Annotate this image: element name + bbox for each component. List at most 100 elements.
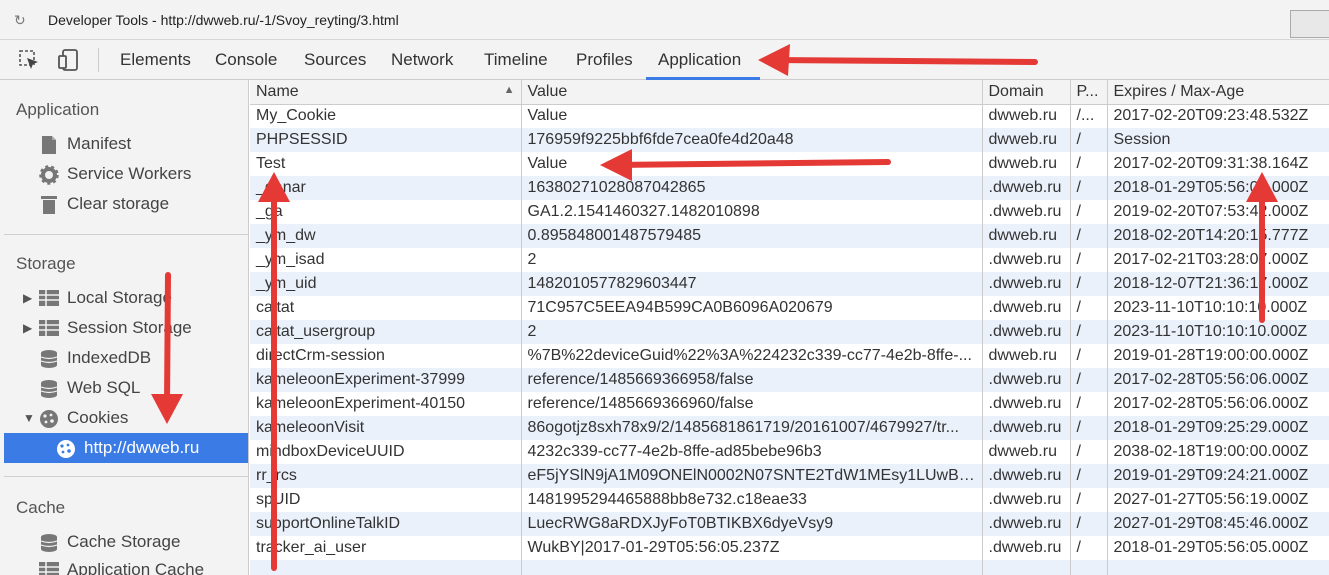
table-row[interactable]: My_Cookie Value dwweb.ru/... 2017-02-20T09:… — [250, 104, 1329, 128]
cell-domain: dwweb.ru — [982, 104, 1071, 128]
cell-domain: .dwweb.ru — [982, 368, 1071, 392]
sidebar-item-label: Application Cache — [67, 560, 205, 575]
devtools-toolbar: Elements Console Sources Network Timelin… — [0, 40, 1329, 80]
cell-expires: 2019-01-28T19:00:00.000Z — [1107, 344, 1329, 368]
grid-icon — [39, 289, 59, 309]
cell-domain: .dwweb.ru — [982, 176, 1071, 200]
table-row[interactable]: caltat 71C957C5EEA94B599CA0B6096A020679 .d… — [250, 296, 1329, 320]
cell-name: kameleoonExperiment-37999 — [250, 368, 522, 392]
cell-path: /... — [1070, 104, 1108, 128]
sidebar-item-clear-storage[interactable]: Clear storage — [0, 189, 248, 219]
column-header-path[interactable]: P... — [1070, 80, 1108, 105]
cell-value: 1482010577829603447 — [521, 272, 983, 296]
trash-icon — [40, 195, 60, 215]
column-header-name[interactable]: Name ▲ — [250, 80, 522, 105]
cell-name: kameleoonExperiment-40150 — [250, 392, 522, 416]
sidebar-item-application-cache[interactable]: Application Cache — [0, 555, 248, 575]
sidebar-item-label: Session Storage — [67, 318, 192, 337]
device-toolbar-icon[interactable] — [55, 48, 81, 72]
tab-elements[interactable]: Elements — [120, 50, 191, 70]
table-row[interactable]: mindboxDeviceUUID 4232c339-cc77-4e2b-8ffe… — [250, 440, 1329, 464]
reload-icon[interactable]: ↻ — [14, 12, 26, 29]
table-row[interactable]: kameleoonVisit 86ogotjz8sxh78x9/2/1485681… — [250, 416, 1329, 440]
sidebar-item-local-storage[interactable]: ▶ Local Storage — [0, 283, 248, 313]
cell-domain: .dwweb.ru — [982, 200, 1071, 224]
sidebar-divider — [4, 476, 248, 477]
table-row[interactable] — [250, 560, 1329, 575]
sidebar-item-indexeddb[interactable]: IndexedDB — [0, 343, 248, 373]
table-row[interactable]: _ym_dw 0.895848001487579485 dwweb.ru/2018-… — [250, 224, 1329, 248]
table-row[interactable]: supportOnlineTalkID LuecRWG8aRDXJyFoT0BTI… — [250, 512, 1329, 536]
database-icon — [40, 379, 60, 399]
tab-profiles[interactable]: Profiles — [576, 50, 633, 70]
sidebar-item-cookie-domain[interactable]: http://dwweb.ru — [4, 433, 248, 463]
collapse-arrow-icon[interactable]: ▼ — [23, 411, 35, 425]
cell-domain: .dwweb.ru — [982, 536, 1071, 560]
column-header-domain[interactable]: Domain — [982, 80, 1071, 105]
sidebar-item-cache-storage[interactable]: Cache Storage — [0, 527, 248, 557]
expand-arrow-icon[interactable]: ▶ — [23, 321, 32, 335]
grid-icon — [39, 561, 59, 575]
table-row[interactable]: Test Value dwweb.ru/2017-02-20T09:31:38.16… — [250, 152, 1329, 176]
expand-arrow-icon[interactable]: ▶ — [23, 291, 32, 305]
cell-value: Value — [521, 152, 983, 176]
tab-application[interactable]: Application — [658, 50, 741, 70]
cell-path: / — [1070, 248, 1108, 272]
sidebar-item-session-storage[interactable]: ▶ Session Storage — [0, 313, 248, 343]
table-row[interactable]: _ym_isad 2 .dwweb.ru/2017-02-21T03:28:07.0… — [250, 248, 1329, 272]
sidebar-item-web-sql[interactable]: Web SQL — [0, 373, 248, 403]
tab-sources[interactable]: Sources — [304, 50, 366, 70]
table-row[interactable]: caltat_usergroup 2 .dwweb.ru/2023-11-10T10… — [250, 320, 1329, 344]
window-control[interactable] — [1290, 10, 1329, 38]
cell-domain: dwweb.ru — [982, 224, 1071, 248]
cell-name: tracker_ai_user — [250, 536, 522, 560]
column-header-value[interactable]: Value — [521, 80, 983, 105]
cell-name: _ym_isad — [250, 248, 522, 272]
cell-expires — [1107, 560, 1329, 575]
sidebar-item-label: Clear storage — [67, 194, 170, 213]
cell-domain — [982, 560, 1071, 575]
database-icon — [40, 533, 60, 553]
inspect-element-icon[interactable] — [16, 48, 42, 72]
application-sidebar: Application Manifest Service Workers Cle… — [0, 80, 249, 575]
sort-ascending-icon: ▲ — [503, 84, 515, 96]
cell-name — [250, 560, 522, 575]
section-title-application: Application — [16, 100, 100, 119]
sidebar-item-manifest[interactable]: Manifest — [0, 129, 248, 159]
cell-name: _ga — [250, 200, 522, 224]
tab-timeline[interactable]: Timeline — [484, 50, 548, 70]
sidebar-item-label: Cache Storage — [67, 532, 181, 551]
cell-value: %7B%22deviceGuid%22%3A%224232c339-cc77-4… — [521, 344, 983, 368]
cell-path: / — [1070, 488, 1108, 512]
sidebar-item-label: Web SQL — [67, 378, 141, 397]
table-row[interactable]: rr_rcs eF5jYSlN9jA1M09ONElN0002N07SNTE2Td… — [250, 464, 1329, 488]
cell-value: 2 — [521, 320, 983, 344]
gear-icon — [39, 165, 59, 185]
table-row[interactable]: spUID 1481995294465888bb8e732.c18eae33 .dw… — [250, 488, 1329, 512]
table-row[interactable]: _ym_uid 1482010577829603447 .dwweb.ru/2018… — [250, 272, 1329, 296]
sidebar-item-cookies[interactable]: ▼ Cookies — [0, 403, 248, 433]
table-row[interactable]: _ganar 16380271028087042865 .dwweb.ru/2018… — [250, 176, 1329, 200]
table-row[interactable]: kameleoonExperiment-37999 reference/14856… — [250, 368, 1329, 392]
cookie-table-body: My_Cookie Value dwweb.ru/... 2017-02-20T09:… — [250, 104, 1329, 575]
cell-expires: 2027-01-29T08:45:46.000Z — [1107, 512, 1329, 536]
grid-icon — [39, 319, 59, 339]
cell-path: / — [1070, 320, 1108, 344]
tab-console[interactable]: Console — [215, 50, 277, 70]
cookie-table: Name ▲ Value Domain P... Expires / Max-Ag… — [250, 80, 1329, 575]
table-row[interactable]: PHPSESSID 176959f9225bbf6fde7cea0fe4d20a4… — [250, 128, 1329, 152]
manifest-icon — [40, 135, 60, 155]
sidebar-item-service-workers[interactable]: Service Workers — [0, 159, 248, 189]
cell-value: Value — [521, 104, 983, 128]
cell-value: WukBY|2017-01-29T05:56:05.237Z — [521, 536, 983, 560]
table-row[interactable]: _ga GA1.2.1541460327.1482010898 .dwweb.ru /… — [250, 200, 1329, 224]
table-row[interactable]: directCrm-session %7B%22deviceGuid%22%3A%… — [250, 344, 1329, 368]
cell-value: reference/1485669366958/false — [521, 368, 983, 392]
cell-name: directCrm-session — [250, 344, 522, 368]
cell-expires: 2023-11-10T10:10:10.000Z — [1107, 296, 1329, 320]
column-header-expires[interactable]: Expires / Max-Age — [1107, 80, 1329, 105]
cell-name: rr_rcs — [250, 464, 522, 488]
table-row[interactable]: tracker_ai_user WukBY|2017-01-29T05:56:05… — [250, 536, 1329, 560]
table-row[interactable]: kameleoonExperiment-40150 reference/14856… — [250, 392, 1329, 416]
tab-network[interactable]: Network — [391, 50, 453, 70]
